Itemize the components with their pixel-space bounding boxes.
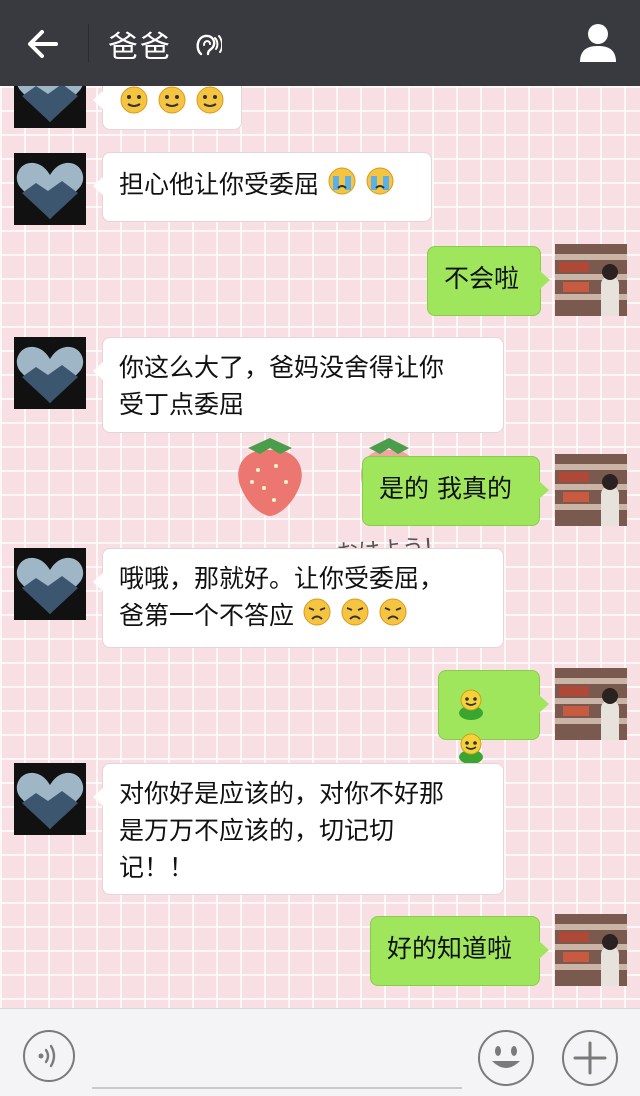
message-text-line: 记！！ bbox=[119, 853, 195, 882]
back-arrow-icon[interactable] bbox=[22, 22, 66, 66]
profile-icon[interactable] bbox=[576, 20, 620, 66]
my-avatar[interactable] bbox=[555, 244, 627, 316]
message-text-line: 哦哦，那就好。让你受委屈， bbox=[119, 564, 445, 593]
message-text-line: 是万万不应该的，切记切 bbox=[119, 816, 395, 845]
message-bubble-dad[interactable]: 对你好是应该的，对你不好那 是万万不应该的，切记切 记！！ bbox=[93, 763, 504, 895]
dad-avatar[interactable] bbox=[14, 153, 86, 225]
my-avatar[interactable] bbox=[555, 454, 627, 526]
message-text: 是的 我真的 bbox=[379, 474, 512, 503]
message-text: 不会啦 bbox=[444, 264, 520, 293]
mountain-heart-avatar bbox=[16, 772, 84, 829]
ear-icon bbox=[196, 34, 222, 56]
message-bubble-me[interactable]: 好的知道啦 bbox=[370, 916, 549, 986]
message-text-line: 受丁点委屈 bbox=[119, 390, 245, 419]
message-bubble-me[interactable] bbox=[438, 670, 549, 764]
dad-avatar[interactable] bbox=[14, 86, 86, 128]
shelf-photo-avatar bbox=[555, 454, 627, 526]
chat-title: 爸爸 bbox=[108, 30, 172, 65]
message-bubble-dad[interactable]: 担心他让你受委屈 bbox=[93, 152, 432, 222]
voice-icon[interactable] bbox=[22, 1029, 76, 1083]
my-avatar[interactable] bbox=[555, 668, 627, 740]
worried-emoji-icon bbox=[340, 597, 370, 637]
input-bar bbox=[0, 1008, 640, 1096]
shelf-photo-avatar bbox=[555, 668, 627, 740]
mountain-heart-avatar bbox=[16, 346, 84, 403]
shelf-photo-avatar bbox=[555, 244, 627, 316]
smile-emoji-icon bbox=[119, 86, 149, 125]
green-bean-emoji-icon bbox=[455, 687, 487, 731]
message-text-line: 爸第一个不答应 bbox=[119, 601, 295, 630]
crying-emoji-icon bbox=[327, 166, 357, 206]
dad-avatar[interactable] bbox=[14, 337, 86, 409]
smile-emoji-icon bbox=[157, 86, 187, 125]
message-bubble-me[interactable]: 不会啦 bbox=[427, 246, 550, 316]
header-divider bbox=[88, 24, 89, 62]
dad-avatar[interactable] bbox=[14, 548, 86, 620]
chat-area[interactable]: おはよう! 担心他让你受委屈 不会啦 bbox=[0, 86, 640, 1008]
message-text: 担心他让你受委屈 bbox=[119, 170, 320, 199]
worried-emoji-icon bbox=[378, 597, 408, 637]
plus-icon[interactable] bbox=[561, 1029, 619, 1087]
message-bubble-me[interactable]: 是的 我真的 bbox=[362, 456, 549, 526]
strawberry-decoration bbox=[238, 438, 302, 516]
mountain-heart-avatar bbox=[17, 86, 83, 122]
message-text-line: 对你好是应该的，对你不好那 bbox=[119, 779, 445, 808]
message-bubble-dad[interactable]: 你这么大了，爸妈没舍得让你 受丁点委屈 bbox=[93, 337, 504, 433]
my-avatar[interactable] bbox=[555, 914, 627, 986]
message-text: 好的知道啦 bbox=[387, 934, 513, 963]
message-bubble-dad[interactable]: 哦哦，那就好。让你受委屈， 爸第一个不答应 bbox=[93, 548, 504, 648]
message-input-underline[interactable] bbox=[92, 1087, 462, 1089]
message-bubble-dad[interactable] bbox=[93, 86, 242, 130]
worried-emoji-icon bbox=[302, 597, 332, 637]
chat-header: 爸爸 bbox=[0, 0, 640, 86]
emoji-face-icon[interactable] bbox=[477, 1029, 535, 1087]
crying-emoji-icon bbox=[365, 166, 395, 206]
mountain-heart-avatar bbox=[16, 162, 84, 219]
message-text-line: 你这么大了，爸妈没舍得让你 bbox=[119, 353, 445, 382]
dad-avatar[interactable] bbox=[14, 763, 86, 835]
shelf-photo-avatar bbox=[555, 914, 627, 986]
mountain-heart-avatar bbox=[16, 557, 84, 614]
smile-emoji-icon bbox=[195, 86, 225, 125]
